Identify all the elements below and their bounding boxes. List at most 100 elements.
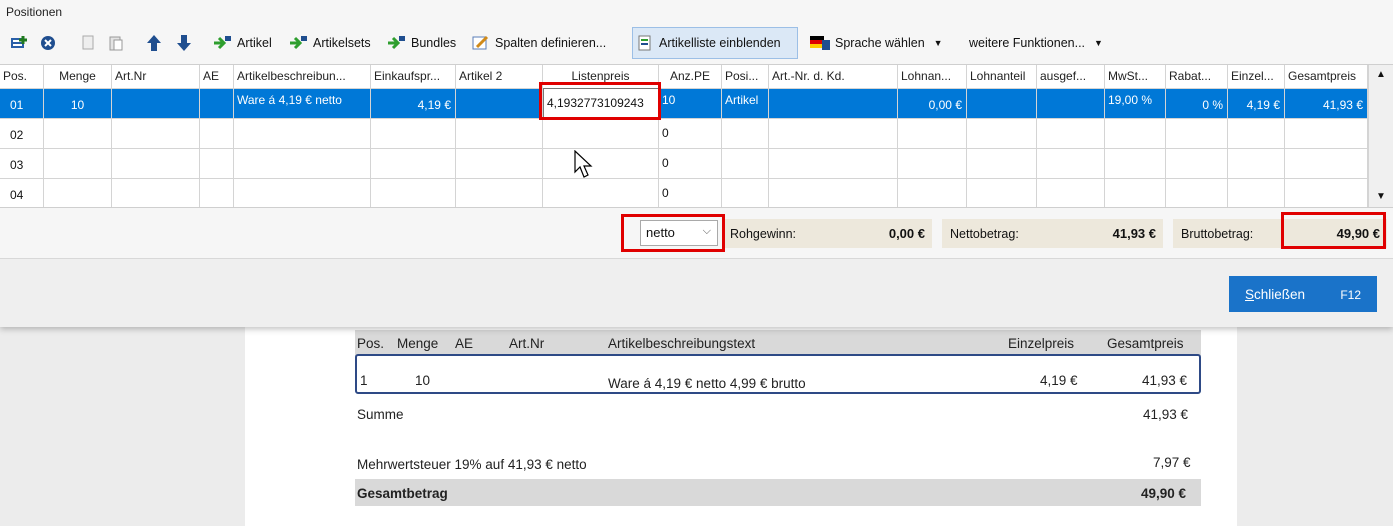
row1-artnr[interactable] [112,89,200,119]
add-artikel-button[interactable]: Artikel [212,28,272,58]
row3-gesamtpreis[interactable] [1285,149,1368,179]
row1-mwst[interactable]: 19,00 % [1105,89,1166,119]
row2-beschreibung[interactable] [234,119,371,149]
row3-artikel2[interactable] [456,149,543,179]
col-header-ausgef[interactable]: ausgef... [1037,65,1105,89]
row2-menge[interactable] [44,119,112,149]
row4-rabatt[interactable] [1166,179,1228,207]
row4-artikel2[interactable] [456,179,543,207]
row1-rabatt[interactable]: 0 % [1166,89,1228,119]
row3-posi[interactable] [722,149,769,179]
col-header-posi[interactable]: Posi... [722,65,769,89]
col-header-gesamtpreis[interactable]: Gesamtpreis [1285,65,1368,89]
col-header-artikel2[interactable]: Artikel 2 [456,65,543,89]
paste-button[interactable] [108,28,124,58]
col-header-artnr-kd[interactable]: Art.-Nr. d. Kd. [769,65,898,89]
row3-artnr-kd[interactable] [769,149,898,179]
row1-ausgef[interactable] [1037,89,1105,119]
scroll-up-icon[interactable]: ▲ [1376,69,1386,80]
vertical-scrollbar[interactable]: ▲ ▼ [1368,65,1393,207]
row2-anzpe[interactable]: 0 [659,119,722,149]
col-header-beschreibung[interactable]: Artikelbeschreibun... [234,65,371,89]
row2-artikel2[interactable] [456,119,543,149]
row4-anzpe[interactable]: 0 [659,179,722,207]
row4-mwst[interactable] [1105,179,1166,207]
row4-lohnan[interactable] [898,179,967,207]
row4-gesamtpreis[interactable] [1285,179,1368,207]
row3-lohnanteil[interactable] [967,149,1037,179]
row1-lohnan[interactable]: 0,00 € [898,89,967,119]
row4-beschreibung[interactable] [234,179,371,207]
row2-artnr[interactable] [112,119,200,149]
col-header-artnr[interactable]: Art.Nr [112,65,200,89]
row2-gesamtpreis[interactable] [1285,119,1368,149]
col-header-lohnan[interactable]: Lohnan... [898,65,967,89]
row3-listenpreis[interactable] [543,149,659,179]
row4-listenpreis[interactable] [543,179,659,207]
row2-ausgef[interactable] [1037,119,1105,149]
col-header-lohnanteil[interactable]: Lohnanteil [967,65,1037,89]
col-header-rabatt[interactable]: Rabat... [1166,65,1228,89]
row4-einkaufspreis[interactable] [371,179,456,207]
row3-einzelpreis[interactable] [1228,149,1285,179]
row1-ae[interactable] [200,89,234,119]
row3-mwst[interactable] [1105,149,1166,179]
row2-einzelpreis[interactable] [1228,119,1285,149]
row3-rabatt[interactable] [1166,149,1228,179]
row2-pos[interactable]: 02 [0,119,44,149]
weitere-funktionen-button[interactable]: weitere Funktionen... ▼ [969,28,1103,58]
row1-anzpe[interactable]: 10 [659,89,722,119]
col-header-ae[interactable]: AE [200,65,234,89]
move-up-button[interactable] [146,28,162,58]
row2-artnr-kd[interactable] [769,119,898,149]
row1-artnr-kd[interactable] [769,89,898,119]
row4-lohnanteil[interactable] [967,179,1037,207]
scroll-down-icon[interactable]: ▼ [1376,191,1386,202]
col-header-anzpe[interactable]: Anz.PE [659,65,722,89]
col-header-mwst[interactable]: MwSt... [1105,65,1166,89]
copy-button[interactable] [80,28,96,58]
spalten-definieren-button[interactable]: Spalten definieren... [472,28,606,58]
row2-mwst[interactable] [1105,119,1166,149]
row2-ae[interactable] [200,119,234,149]
row1-gesamtpreis[interactable]: 41,93 € [1285,89,1368,119]
col-header-einkaufspreis[interactable]: Einkaufspr... [371,65,456,89]
row1-pos[interactable]: 01 [0,89,44,119]
row3-einkaufspreis[interactable] [371,149,456,179]
row2-rabatt[interactable] [1166,119,1228,149]
row4-posi[interactable] [722,179,769,207]
row3-ausgef[interactable] [1037,149,1105,179]
row4-artnr-kd[interactable] [769,179,898,207]
row1-artikel2[interactable] [456,89,543,119]
row1-einzelpreis[interactable]: 4,19 € [1228,89,1285,119]
row2-lohnan[interactable] [898,119,967,149]
row3-beschreibung[interactable] [234,149,371,179]
delete-row-button[interactable] [40,28,56,58]
add-artikelsets-button[interactable]: Artikelsets [288,28,371,58]
artikelliste-einblenden-button[interactable]: Artikelliste einblenden [632,27,798,59]
row2-lohnanteil[interactable] [967,119,1037,149]
schliessen-button[interactable]: Schließen F12 [1229,276,1377,312]
col-header-einzelpreis[interactable]: Einzel... [1228,65,1285,89]
row2-posi[interactable] [722,119,769,149]
col-header-menge[interactable]: Menge [44,65,112,89]
row4-pos[interactable]: 04 [0,179,44,207]
insert-row-button[interactable] [10,28,28,58]
row4-ae[interactable] [200,179,234,207]
sprache-waehlen-button[interactable]: Sprache wählen ▼ [810,28,943,58]
row4-artnr[interactable] [112,179,200,207]
row3-menge[interactable] [44,149,112,179]
row3-ae[interactable] [200,149,234,179]
row2-einkaufspreis[interactable] [371,119,456,149]
row3-pos[interactable]: 03 [0,149,44,179]
row1-menge[interactable]: 10 [44,89,112,119]
row4-einzelpreis[interactable] [1228,179,1285,207]
add-bundles-button[interactable]: Bundles [386,28,456,58]
row4-menge[interactable] [44,179,112,207]
col-header-pos[interactable]: Pos. [0,65,44,89]
row4-ausgef[interactable] [1037,179,1105,207]
row3-artnr[interactable] [112,149,200,179]
row1-einkaufspreis[interactable]: 4,19 € [371,89,456,119]
row3-lohnan[interactable] [898,149,967,179]
move-down-button[interactable] [176,28,192,58]
